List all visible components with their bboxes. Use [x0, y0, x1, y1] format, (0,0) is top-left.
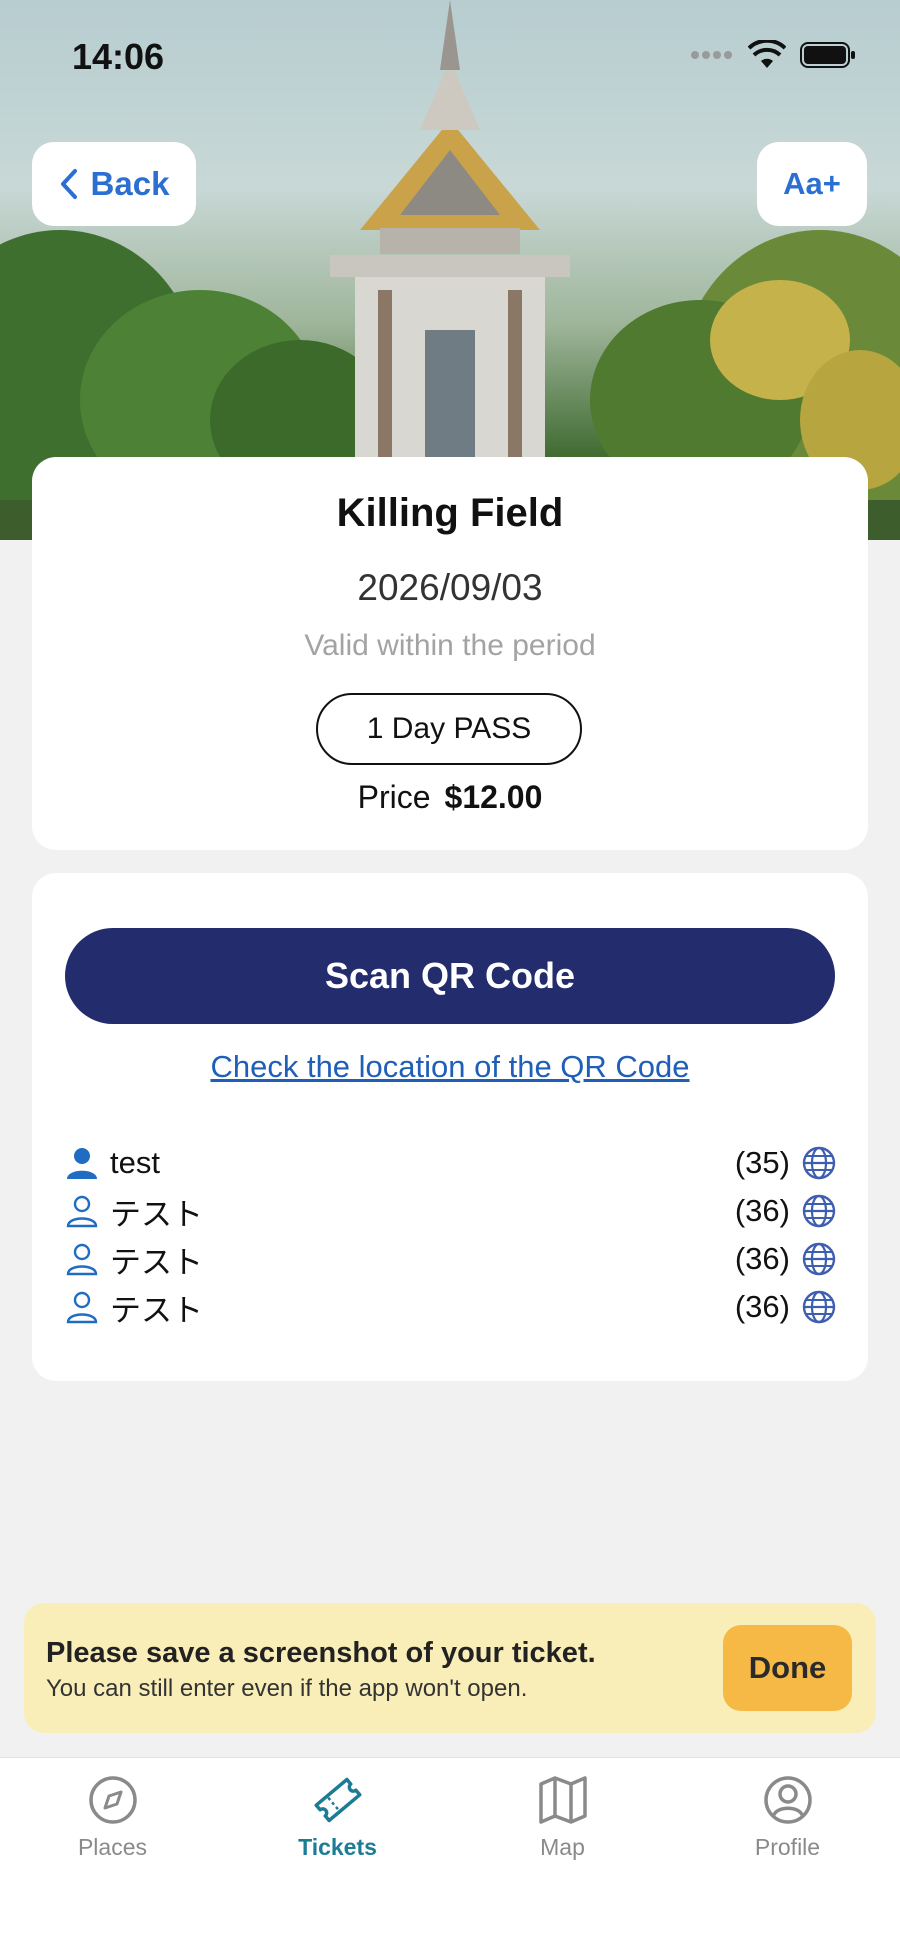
- globe-icon[interactable]: [802, 1242, 836, 1276]
- tab-tickets[interactable]: Tickets: [225, 1774, 450, 1861]
- person-age: (35): [734, 1145, 790, 1180]
- price-row: Price $12.00: [32, 779, 868, 816]
- back-button[interactable]: Back: [32, 142, 196, 226]
- person-row: test (35): [64, 1139, 836, 1187]
- tab-label: Profile: [754, 1834, 821, 1860]
- person-name: テスト: [110, 1244, 203, 1280]
- globe-icon[interactable]: [802, 1290, 836, 1324]
- ticket-date: 2026/09/03: [357, 567, 543, 608]
- tab-label: Map: [540, 1834, 585, 1860]
- person-name: test: [110, 1145, 160, 1180]
- back-label: Back: [90, 165, 170, 202]
- signal-dots-icon: [691, 51, 732, 59]
- people-list: test (35) テスト (36) テスト (36) テスト (36): [64, 1139, 836, 1331]
- status-time: 14:06: [72, 36, 165, 77]
- ticket-icon: [314, 1777, 361, 1823]
- globe-icon[interactable]: [802, 1146, 836, 1180]
- person-row: テスト (36): [64, 1187, 836, 1235]
- banner-title: Please save a screenshot of your ticket.: [46, 1637, 596, 1669]
- qr-location-link[interactable]: Check the location of the QR Code: [32, 1049, 868, 1085]
- tab-label: Places: [77, 1834, 148, 1860]
- chevron-left-icon: [60, 169, 77, 199]
- pass-type-badge: 1 Day PASS: [316, 693, 582, 765]
- person-name: テスト: [110, 1292, 203, 1328]
- price-value: $12.00: [444, 779, 543, 815]
- ticket-info-card: Killing Field 2026/09/03 Valid within th…: [32, 457, 868, 850]
- person-row: テスト (36): [64, 1235, 836, 1283]
- price-label: Price: [357, 779, 431, 815]
- screenshot-banner: Please save a screenshot of your ticket.…: [24, 1603, 876, 1733]
- person-outline-icon: [64, 1289, 100, 1325]
- battery-icon: [800, 42, 855, 68]
- status-icons: [690, 40, 856, 70]
- profile-icon: [763, 1776, 812, 1824]
- person-outline-icon: [64, 1193, 100, 1229]
- compass-icon: [88, 1776, 137, 1824]
- tab-map[interactable]: Map: [450, 1774, 675, 1861]
- person-age: (36): [734, 1289, 790, 1324]
- person-filled-icon: [64, 1145, 100, 1181]
- place-title: Killing Field: [336, 491, 564, 535]
- banner-subtitle: You can still enter even if the app won'…: [46, 1675, 528, 1702]
- scan-card: Scan QR Code Check the location of the Q…: [32, 873, 868, 1381]
- map-icon: [538, 1776, 587, 1824]
- globe-icon[interactable]: [802, 1194, 836, 1228]
- done-button[interactable]: Done: [723, 1625, 852, 1711]
- scan-qr-button[interactable]: Scan QR Code: [65, 928, 835, 1024]
- tab-bar: Places Tickets Map Profile: [0, 1757, 900, 1948]
- text-size-button[interactable]: Aa+: [757, 142, 867, 226]
- validity-note: Valid within the period: [304, 629, 596, 662]
- wifi-icon: [748, 40, 786, 68]
- person-row: テスト (36): [64, 1283, 836, 1331]
- tab-label: Tickets: [298, 1834, 377, 1860]
- person-age: (36): [734, 1193, 790, 1228]
- person-name: テスト: [110, 1196, 203, 1232]
- tab-profile[interactable]: Profile: [675, 1774, 900, 1861]
- person-age: (36): [734, 1241, 790, 1276]
- tab-places[interactable]: Places: [0, 1774, 225, 1861]
- person-outline-icon: [64, 1241, 100, 1277]
